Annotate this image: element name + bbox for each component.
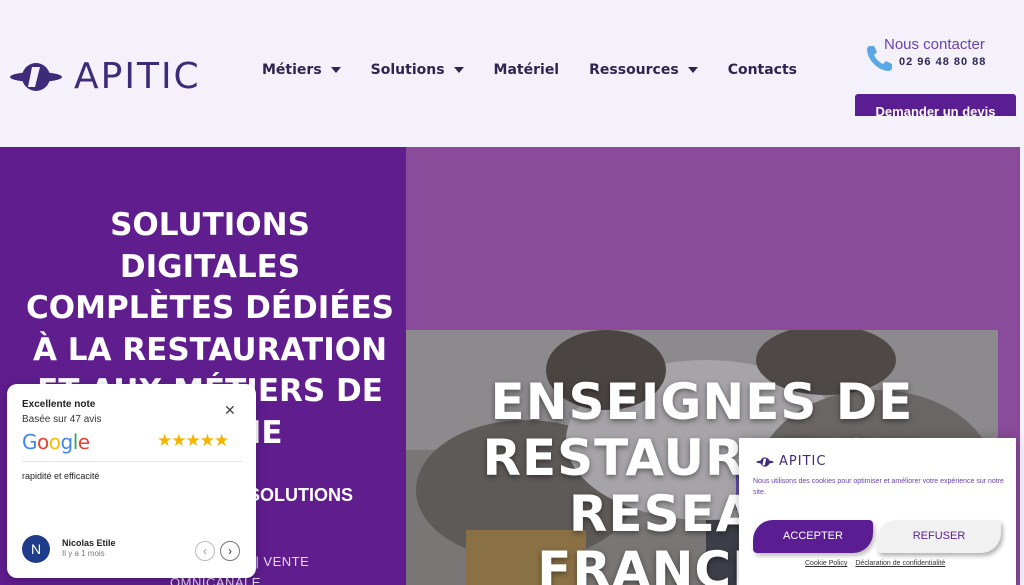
divider: [22, 461, 242, 462]
request-quote-button[interactable]: Demander un devis: [855, 94, 1016, 116]
nav-item-contacts[interactable]: Contacts: [728, 62, 797, 78]
google-logo: Google: [22, 430, 90, 454]
nav-label: Métiers: [262, 62, 322, 78]
accept-cookies-button[interactable]: ACCEPTER: [753, 520, 873, 553]
brand-name: APITIC: [74, 56, 201, 97]
cookie-brand-name: APITIC: [779, 454, 827, 469]
chevron-right-icon[interactable]: ›: [220, 541, 240, 561]
site-header: APITIC Métiers Solutions Matériel Ressou…: [0, 0, 1024, 146]
refuse-cookies-button[interactable]: REFUSER: [877, 520, 1001, 553]
logo-mark-icon: [10, 62, 62, 91]
review-text: rapidité et efficacité: [22, 471, 100, 481]
nav-item-solutions[interactable]: Solutions: [371, 62, 464, 78]
brand-logo[interactable]: APITIC: [8, 56, 201, 97]
cookie-message: Nous utilisons des cookies pour optimise…: [753, 478, 1004, 496]
nav-label: Matériel: [493, 62, 560, 78]
privacy-statement-link[interactable]: Déclaration de confidentialité: [855, 560, 945, 567]
cookie-policy-link[interactable]: Cookie Policy: [805, 560, 847, 567]
logo-mark-icon: [756, 456, 774, 467]
chevron-down-icon: [453, 67, 464, 73]
chevron-down-icon: [330, 67, 341, 73]
hero-subtitle: SOLUTIONS: [248, 485, 354, 505]
contact-phone[interactable]: 02 96 48 80 88: [899, 56, 986, 68]
nav-item-materiel[interactable]: Matériel: [494, 62, 560, 78]
review-count: Basée sur 47 avis: [22, 414, 102, 425]
main-nav: Métiers Solutions Matériel Ressources Co…: [262, 62, 827, 78]
nav-label: Ressources: [589, 62, 679, 78]
avatar: N: [22, 535, 50, 563]
review-rating-title: Excellente note: [22, 399, 96, 410]
nav-label: Contacts: [727, 62, 798, 78]
contact-title: Nous contacter: [884, 36, 985, 53]
nav-item-ressources[interactable]: Ressources: [589, 62, 698, 78]
cookie-brand-logo: APITIC: [755, 454, 826, 469]
rating-stars: ★★★★★: [157, 431, 229, 450]
chevron-left-icon[interactable]: ‹: [195, 541, 215, 561]
nav-item-metiers[interactable]: Métiers: [262, 62, 341, 78]
close-icon[interactable]: ✕: [224, 402, 236, 419]
cookie-banner: APITIC Nous utilisons des cookies pour o…: [739, 438, 1016, 585]
chevron-down-icon: [687, 67, 698, 73]
reviewer-name: Nicolas Etile: [62, 538, 116, 548]
nav-label: Solutions: [370, 62, 445, 78]
review-time: Il y a 1 mois: [62, 549, 105, 558]
google-review-widget: Excellente note Basée sur 47 avis ✕ Goog…: [7, 384, 256, 578]
cookie-links: Cookie Policy Déclaration de confidentia…: [805, 560, 951, 567]
